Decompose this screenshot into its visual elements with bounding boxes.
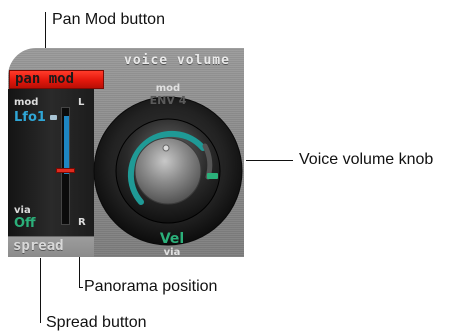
panorama-position-leader-horizontal bbox=[79, 287, 83, 288]
panorama-position-callout: Panorama position bbox=[84, 278, 218, 295]
left-marker: L bbox=[78, 97, 85, 108]
spread-callout: Spread button bbox=[46, 314, 147, 331]
right-marker: R bbox=[78, 217, 86, 228]
knob-mod-source[interactable]: ENV 4 bbox=[150, 94, 187, 107]
pan-mod-section: mod Lfo1 L R via Off bbox=[8, 89, 94, 236]
voice-volume-knob[interactable]: mod ENV 4 Vel via bbox=[93, 74, 244, 256]
pan-mod-callout: Pan Mod button bbox=[52, 11, 165, 28]
mod-label: mod bbox=[14, 97, 39, 108]
pan-mod-range-indicator bbox=[64, 116, 69, 174]
panorama-slider-track[interactable] bbox=[61, 107, 70, 225]
knob-pointer-dot bbox=[162, 144, 170, 152]
knob-via-source[interactable]: Vel bbox=[160, 231, 184, 247]
knob-mod-label: mod bbox=[156, 83, 180, 94]
spread-button[interactable]: spread bbox=[8, 236, 94, 257]
spread-leader-vertical bbox=[40, 258, 41, 323]
knob-via-label: via bbox=[164, 247, 181, 256]
voice-volume-panel: voice volume pan mod mod Lfo1 L R via Of… bbox=[8, 48, 244, 257]
via-source-value[interactable]: Off bbox=[14, 217, 36, 231]
mod-source-dropdown-icon[interactable] bbox=[50, 115, 57, 120]
voice-volume-callout: Voice volume knob bbox=[299, 151, 434, 168]
knob-via-handle[interactable] bbox=[207, 173, 218, 179]
pan-mod-leader bbox=[45, 12, 46, 50]
voice-volume-leader bbox=[246, 160, 293, 161]
voice-volume-label: voice volume bbox=[124, 53, 230, 68]
mod-source-value[interactable]: Lfo1 bbox=[14, 111, 46, 125]
pan-mod-button[interactable]: pan mod bbox=[9, 70, 104, 89]
panorama-position-handle[interactable] bbox=[56, 168, 75, 173]
via-label: via bbox=[14, 205, 31, 216]
